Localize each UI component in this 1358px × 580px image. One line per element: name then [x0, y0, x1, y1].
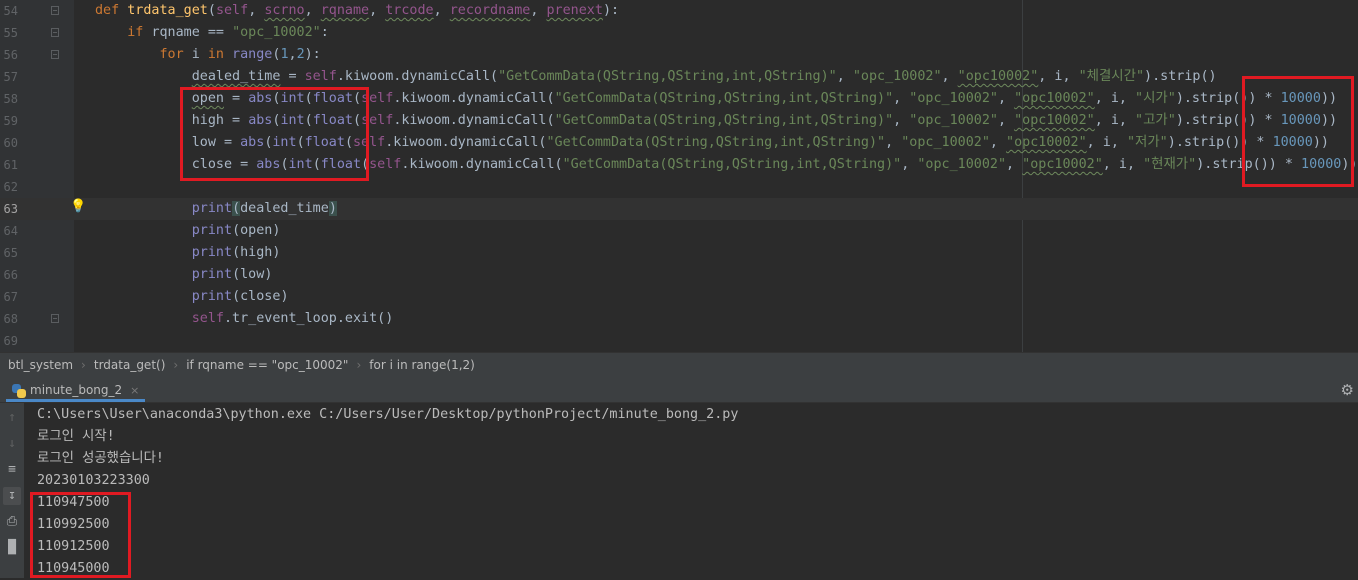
line-number: 69: [3, 334, 18, 348]
line-number: 67: [3, 290, 18, 304]
fold-icon[interactable]: [51, 50, 59, 59]
python-icon: [12, 383, 26, 398]
line-number: 59: [3, 114, 18, 128]
line-number: 54: [3, 4, 18, 18]
highlight-box-variables: [180, 87, 369, 181]
line-number: 56: [3, 48, 18, 62]
line-number: 64: [3, 224, 18, 238]
gear-icon[interactable]: ⚙: [1341, 381, 1354, 399]
line-number: 63: [3, 202, 18, 216]
breadcrumb-item[interactable]: for i in range(1,2): [361, 353, 483, 378]
breadcrumb-item[interactable]: if rqname == "opc_10002": [178, 353, 356, 378]
highlight-box-multiplier: [1242, 76, 1354, 187]
line-number: 66: [3, 268, 18, 282]
line-number: 55: [3, 26, 18, 40]
lightbulb-icon[interactable]: 💡: [70, 200, 86, 214]
breadcrumb-item[interactable]: trdata_get(): [86, 353, 174, 378]
code-line-68[interactable]: 68 self.tr_event_loop.exit(): [0, 308, 1358, 330]
code-editor[interactable]: 54 def trdata_get(self, scrno, rqname, t…: [0, 0, 1358, 352]
line-number: 60: [3, 136, 18, 150]
run-tab-label: minute_bong_2: [30, 383, 123, 397]
close-icon[interactable]: ×: [130, 384, 139, 397]
print-icon[interactable]: ⎙: [3, 513, 21, 531]
run-console[interactable]: ↑ ↓ ≡ ↧ ⎙ █ C:\Users\User\anaconda3\pyth…: [0, 403, 1358, 578]
run-tool-window-header: minute_bong_2 × ⚙: [0, 378, 1358, 403]
soft-wrap-icon[interactable]: ≡: [3, 461, 21, 479]
line-number: 68: [3, 312, 18, 326]
breadcrumb: btl_system › trdata_get() › if rqname == "op…: [0, 352, 1358, 378]
line-number: 62: [3, 180, 18, 194]
console-line: C:\Users\User\anaconda3\python.exe C:/Us…: [37, 407, 739, 422]
code-line-55[interactable]: 55 if rqname == "opc_10002":: [0, 22, 1358, 44]
code-line-54[interactable]: 54 def trdata_get(self, scrno, rqname, t…: [0, 0, 1358, 22]
code-line-64[interactable]: 64 print(open): [0, 220, 1358, 242]
code-line-63[interactable]: 63 print(dealed_time): [0, 198, 1358, 220]
trash-icon[interactable]: █: [3, 539, 21, 557]
fold-icon[interactable]: [51, 6, 59, 15]
code-line-69[interactable]: 69: [0, 330, 1358, 352]
line-number: 61: [3, 158, 18, 172]
fold-icon[interactable]: [51, 28, 59, 37]
line-number: 58: [3, 92, 18, 106]
arrow-down-icon[interactable]: ↓: [3, 435, 21, 453]
line-number: 57: [3, 70, 18, 84]
scroll-to-end-icon[interactable]: ↧: [3, 487, 21, 505]
console-line: 로그인 성공했습니다!: [37, 451, 164, 466]
code-line-65[interactable]: 65 print(high): [0, 242, 1358, 264]
console-line: 로그인 시작!: [37, 429, 115, 444]
code-line-56[interactable]: 56 for i in range(1,2):: [0, 44, 1358, 66]
console-toolbar: ↑ ↓ ≡ ↧ ⎙ █: [0, 403, 24, 578]
code-line-67[interactable]: 67 print(close): [0, 286, 1358, 308]
arrow-up-icon[interactable]: ↑: [3, 409, 21, 427]
code-line-57[interactable]: 57 dealed_time = self.kiwoom.dynamicCall…: [0, 66, 1358, 88]
fold-icon[interactable]: [51, 314, 59, 323]
line-number: 65: [3, 246, 18, 260]
code-line-66[interactable]: 66 print(low): [0, 264, 1358, 286]
console-line: 20230103223300: [37, 473, 150, 488]
run-tab[interactable]: minute_bong_2 ×: [6, 378, 146, 402]
breadcrumb-item[interactable]: btl_system: [0, 353, 81, 378]
highlight-box-output: [30, 492, 131, 578]
